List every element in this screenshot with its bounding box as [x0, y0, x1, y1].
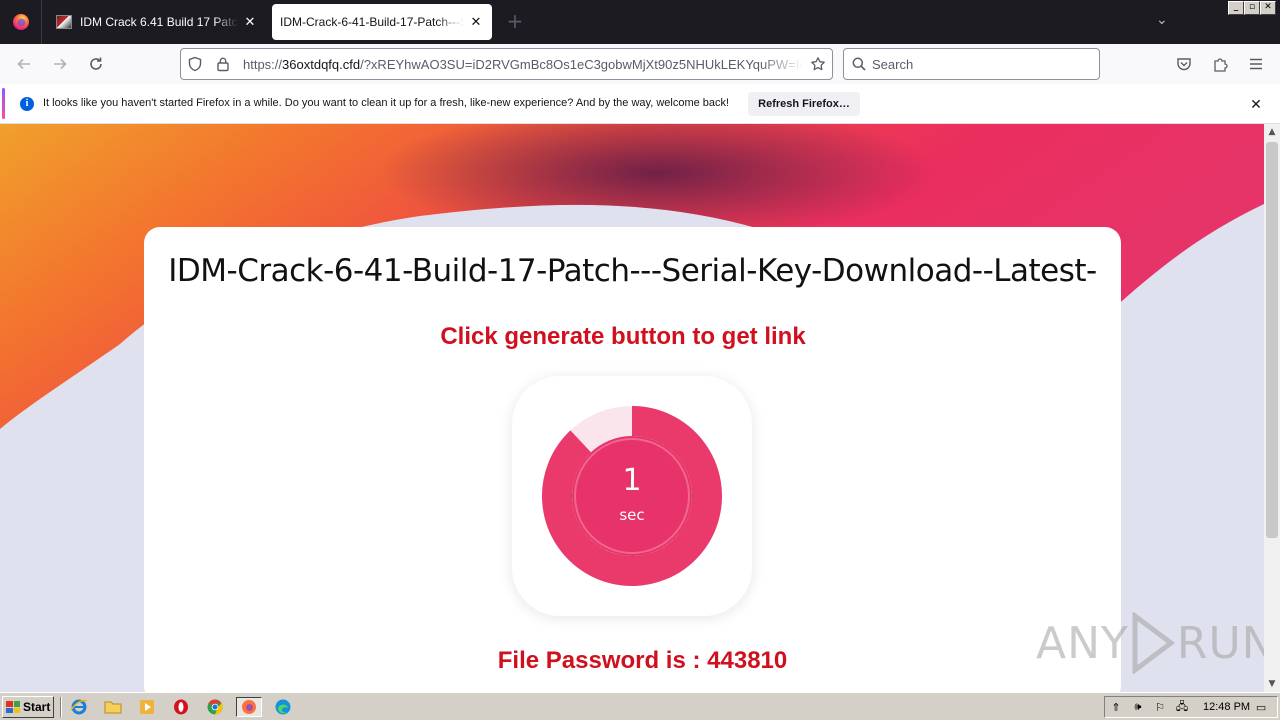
windows-taskbar: Start ⇑ 🕪 ⚐ 🖧 12:48 PM ▭ [0, 692, 1280, 720]
pocket-button[interactable] [1170, 52, 1198, 76]
countdown-value: 1 [622, 463, 642, 498]
forward-button[interactable] [46, 52, 74, 76]
firefox-view-button[interactable] [0, 0, 42, 44]
network-icon[interactable]: 🖧 [1171, 698, 1193, 717]
tracking-protection-shield-icon[interactable] [181, 49, 209, 79]
firefox-icon [12, 14, 29, 30]
action-center-flag-icon[interactable]: ⚐ [1149, 701, 1171, 714]
reload-button[interactable] [82, 52, 110, 76]
url-text[interactable]: https://36oxtdqfq.cfd/?xREYhwAO3SU=iD2RV… [237, 57, 804, 72]
chrome-icon[interactable] [204, 697, 226, 717]
media-player-icon[interactable] [136, 697, 158, 717]
tab-idm-crack-2-active[interactable]: IDM-Crack-6-41-Build-17-Patch---Serial-K… [272, 4, 492, 40]
navigation-toolbar: https://36oxtdqfq.cfd/?xREYhwAO3SU=iD2RV… [0, 44, 1280, 84]
notification-message: It looks like you haven't started Firefo… [43, 97, 730, 109]
windows-logo-icon [6, 701, 20, 713]
minimize-button[interactable]: _ [1228, 1, 1244, 15]
show-hidden-icons-arrow-icon[interactable]: ⇑ [1105, 701, 1127, 714]
page-scrollbar[interactable]: ▲ ▼ [1264, 124, 1280, 692]
address-bar[interactable]: https://36oxtdqfq.cfd/?xREYhwAO3SU=iD2RV… [180, 48, 833, 80]
system-tray: ⇑ 🕪 ⚐ 🖧 12:48 PM ▭ [1104, 696, 1278, 718]
countdown-timer: 1 sec [512, 376, 752, 616]
anyrun-watermark: ANY RUN [1036, 612, 1264, 674]
show-desktop-icon[interactable]: ▭ [1250, 701, 1272, 714]
back-arrow-icon [17, 58, 30, 70]
file-password-text: File Password is : 443810 [497, 647, 788, 674]
new-tab-button[interactable]: + [504, 10, 526, 32]
file-explorer-icon[interactable] [102, 697, 124, 717]
volume-icon[interactable]: 🕪 [1127, 701, 1149, 714]
window-controls: _ ▫ ✕ [1228, 1, 1276, 15]
back-button[interactable] [10, 52, 38, 76]
scroll-up-arrow-icon[interactable]: ▲ [1264, 124, 1280, 140]
pocket-icon [1177, 58, 1191, 71]
edge-icon[interactable] [272, 697, 294, 717]
page-title: IDM-Crack-6-41-Build-17-Patch---Serial-K… [168, 253, 1097, 289]
start-button[interactable]: Start [2, 696, 54, 718]
reload-icon [90, 57, 102, 70]
tab-strip: IDM Crack 6.41 Build 17 Patch + Serial K… [0, 0, 1280, 44]
tab-idm-crack-1[interactable]: IDM Crack 6.41 Build 17 Patch + Serial K… [48, 4, 266, 40]
tab-title: IDM Crack 6.41 Build 17 Patch + Serial K… [80, 15, 238, 29]
notification-close-icon[interactable]: ✕ [1246, 94, 1266, 114]
taskbar-separator [60, 697, 62, 717]
url-domain: 36oxtdqfq.cfd [282, 56, 361, 72]
countdown-unit: sec [619, 506, 645, 524]
refresh-firefox-notification: i It looks like you haven't started Fire… [0, 84, 1280, 124]
scroll-down-arrow-icon[interactable]: ▼ [1264, 676, 1280, 692]
hamburger-menu-icon [1250, 58, 1262, 70]
search-placeholder: Search [872, 56, 914, 72]
refresh-firefox-button[interactable]: Refresh Firefox… [748, 92, 860, 116]
content-card: IDM-Crack-6-41-Build-17-Patch---Serial-K… [144, 227, 1121, 692]
bookmark-star-icon[interactable] [804, 49, 832, 79]
taskbar-clock: 12:48 PM [1203, 701, 1251, 713]
opera-icon[interactable] [170, 697, 192, 717]
page-favicon-icon [56, 15, 72, 29]
extensions-button[interactable] [1206, 52, 1234, 76]
maximize-button[interactable]: ▫ [1244, 1, 1260, 15]
url-scheme: https:// [243, 56, 283, 72]
forward-arrow-icon [54, 58, 67, 70]
tab-close-icon[interactable]: ✕ [242, 14, 258, 30]
lock-icon[interactable] [209, 49, 237, 79]
app-menu-button[interactable] [1242, 52, 1270, 76]
start-label: Start [23, 700, 51, 714]
firefox-taskbar-icon[interactable] [236, 697, 262, 717]
watermark-left-text: ANY [1036, 617, 1129, 669]
play-logo-icon [1132, 612, 1175, 674]
tab-title: IDM-Crack-6-41-Build-17-Patch---Serial-K… [280, 15, 464, 29]
close-window-button[interactable]: ✕ [1260, 1, 1276, 15]
scrollbar-thumb[interactable] [1266, 142, 1278, 538]
info-icon: i [20, 97, 34, 111]
search-bar[interactable]: Search [843, 48, 1100, 80]
internet-explorer-icon[interactable] [68, 697, 90, 717]
url-path: /?xREYhwAO3SU=iD2RVGmBc8Os1eC3gobwMjXt90… [360, 56, 804, 72]
search-icon [852, 57, 866, 71]
list-all-tabs-chevron-icon[interactable]: ⌄ [1156, 12, 1168, 28]
page-content: IDM-Crack-6-41-Build-17-Patch---Serial-K… [0, 124, 1264, 692]
tab-close-icon[interactable]: ✕ [468, 14, 484, 30]
instruction-text: Click generate button to get link [440, 323, 806, 350]
watermark-right-text: RUN [1176, 617, 1264, 669]
puzzle-extensions-icon [1214, 58, 1228, 72]
